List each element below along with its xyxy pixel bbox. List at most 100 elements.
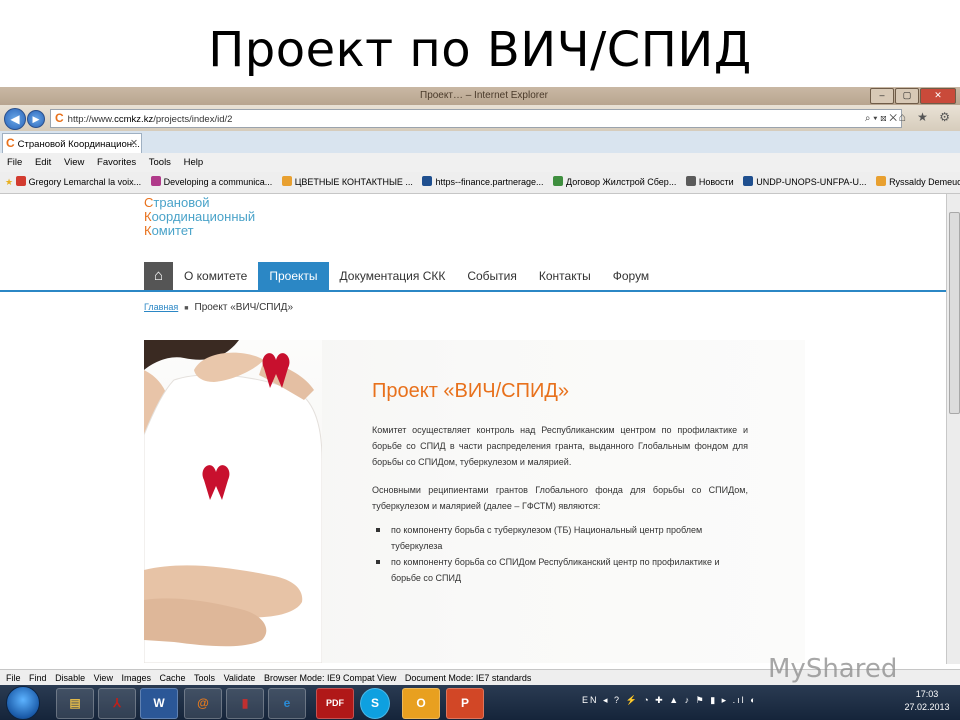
favorite-icon bbox=[553, 176, 564, 186]
project-paragraph-1: Комитет осуществляет контроль над Респуб… bbox=[372, 425, 748, 467]
favorite-link[interactable]: Ryssaldy Demeuova - Out... bbox=[876, 172, 960, 193]
nav-documents[interactable]: Документация СКК bbox=[329, 262, 457, 290]
favorite-link[interactable]: Новости bbox=[685, 172, 734, 193]
home-favorites-tools-icons[interactable]: ⌂ ★ ⚙ bbox=[899, 110, 954, 124]
page-content: Страновой Координационный Комитет ⌂ О ко… bbox=[0, 194, 946, 664]
devtools-tools[interactable]: Tools bbox=[194, 673, 215, 683]
breadcrumb-current: Проект «ВИЧ/СПИД» bbox=[194, 302, 294, 313]
favorite-link[interactable]: Developing a communica... bbox=[150, 172, 272, 193]
favorite-link[interactable]: Договор Жилстрой Сбер... bbox=[553, 172, 676, 193]
url-domain: ccmkz.kz bbox=[114, 114, 154, 125]
acrobat-icon[interactable]: ⅄ bbox=[98, 688, 136, 719]
title-bar: Проект… – Internet Explorer – ▢ ✕ bbox=[0, 87, 960, 105]
book-icon[interactable]: ▮ bbox=[226, 688, 264, 719]
ie-icon[interactable]: e bbox=[268, 688, 306, 719]
devtools-find[interactable]: Find bbox=[29, 673, 47, 683]
url-tools-icons[interactable]: ⌕ ▾ ⊠ ✕ bbox=[865, 110, 897, 127]
devtools-view[interactable]: View bbox=[94, 673, 113, 683]
project-heading: Проект «ВИЧ/СПИД» bbox=[372, 380, 570, 402]
tab-active[interactable]: C Страновой Координацион... ✕ bbox=[2, 133, 142, 154]
document-mode[interactable]: Document Mode: IE7 standards bbox=[405, 673, 532, 683]
tab-favicon-icon: C bbox=[6, 136, 15, 150]
favorite-link[interactable]: UNDP-UNOPS-UNFPA-U... bbox=[743, 172, 867, 193]
favorite-link[interactable]: https--finance.partnerage... bbox=[422, 172, 544, 193]
favorites-star-icon[interactable]: ★ bbox=[5, 177, 13, 187]
tab-label: Страновой Координацион... bbox=[17, 139, 140, 150]
breadcrumb: Главная ■ Проект «ВИЧ/СПИД» bbox=[144, 302, 293, 313]
url-prefix: http://www. bbox=[67, 114, 115, 125]
nav-about[interactable]: О комитете bbox=[173, 262, 258, 290]
menu-bar: File Edit View Favorites Tools Help bbox=[0, 153, 960, 172]
maximize-button[interactable]: ▢ bbox=[895, 88, 919, 104]
url-field[interactable]: Chttp://www.ccmkz.kz/projects/index/id/2… bbox=[50, 109, 902, 128]
awareness-photo bbox=[144, 340, 322, 663]
browser-mode[interactable]: Browser Mode: IE9 Compat View bbox=[264, 673, 396, 683]
list-item: по компоненту борьба с туберкулезом (ТБ)… bbox=[372, 522, 748, 554]
favorite-icon bbox=[281, 176, 292, 186]
clock[interactable]: 17:03 27.02.2013 bbox=[898, 688, 956, 714]
tab-close-icon[interactable]: ✕ bbox=[130, 134, 138, 153]
project-paragraph-2: Основными реципиентами грантов Глобально… bbox=[372, 485, 748, 511]
mail-icon[interactable]: @ bbox=[184, 688, 222, 719]
nav-events[interactable]: События bbox=[456, 262, 528, 290]
clock-date: 27.02.2013 bbox=[904, 702, 950, 712]
recipients-list: по компоненту борьба с туберкулезом (ТБ)… bbox=[372, 522, 748, 586]
nav-underline bbox=[0, 290, 946, 292]
menu-favorites[interactable]: Favorites bbox=[97, 157, 136, 168]
project-banner: Проект «ВИЧ/СПИД» Комитет осуществляет к… bbox=[144, 340, 805, 663]
browser-window: Проект… – Internet Explorer – ▢ ✕ ◀ ▶ Ch… bbox=[0, 87, 960, 720]
nav-contacts[interactable]: Контакты bbox=[528, 262, 602, 290]
powerpoint-icon[interactable]: P bbox=[446, 688, 484, 719]
menu-view[interactable]: View bbox=[64, 157, 84, 168]
nav-forum[interactable]: Форум bbox=[602, 262, 660, 290]
site-favicon-icon: C bbox=[55, 111, 64, 125]
close-window-button[interactable]: ✕ bbox=[920, 88, 956, 104]
slide-title: Проект по ВИЧ/СПИД bbox=[208, 22, 752, 78]
breadcrumb-home-link[interactable]: Главная bbox=[144, 302, 178, 312]
menu-edit[interactable]: Edit bbox=[35, 157, 51, 168]
favorite-icon bbox=[743, 176, 754, 186]
pdf-icon[interactable]: PDF bbox=[316, 688, 354, 719]
taskbar: ▤ ⅄ W @ ▮ e PDF S O P EN ◂ ? ⚡ ◔ ✚ ▲ ♪ ⚑… bbox=[0, 685, 960, 720]
vertical-scrollbar[interactable] bbox=[946, 194, 960, 664]
site-nav: ⌂ О комитете Проекты Документация СКК Со… bbox=[144, 262, 660, 290]
window-controls: – ▢ ✕ bbox=[870, 88, 956, 104]
favorite-icon bbox=[150, 176, 161, 186]
favorites-bar: ★ Gregory Lemarchal la voix... Developin… bbox=[0, 172, 960, 194]
folder-icon[interactable]: ▤ bbox=[56, 688, 94, 719]
devtools-validate[interactable]: Validate bbox=[224, 673, 256, 683]
outlook-icon[interactable]: O bbox=[402, 688, 440, 719]
devtools-cache[interactable]: Cache bbox=[160, 673, 186, 683]
menu-help[interactable]: Help bbox=[184, 157, 204, 168]
word-icon[interactable]: W bbox=[140, 688, 178, 719]
devtools-images[interactable]: Images bbox=[121, 673, 151, 683]
start-button[interactable] bbox=[6, 686, 40, 720]
devtools-file[interactable]: File bbox=[6, 673, 21, 683]
scrollbar-thumb[interactable] bbox=[949, 212, 960, 414]
url-path: /projects/index/id/2 bbox=[153, 114, 233, 125]
devtools-disable[interactable]: Disable bbox=[55, 673, 85, 683]
site-logo[interactable]: Страновой Координационный Комитет bbox=[144, 196, 255, 238]
system-tray[interactable]: EN ◂ ? ⚡ ◔ ✚ ▲ ♪ ⚑ ▮ ▸ .ıl ◐ bbox=[582, 695, 758, 706]
clock-time: 17:03 bbox=[915, 689, 939, 699]
favorite-icon bbox=[685, 176, 696, 186]
skype-icon[interactable]: S bbox=[360, 688, 390, 719]
forward-button[interactable]: ▶ bbox=[27, 110, 45, 128]
favorite-icon bbox=[876, 176, 887, 186]
list-item: по компоненту борьба со СПИДом Республик… bbox=[372, 554, 748, 586]
home-icon[interactable]: ⌂ bbox=[144, 262, 173, 290]
address-bar: ◀ ▶ Chttp://www.ccmkz.kz/projects/index/… bbox=[0, 105, 960, 131]
nav-projects[interactable]: Проекты bbox=[258, 262, 329, 290]
favorite-icon bbox=[15, 176, 26, 186]
favorite-link[interactable]: Gregory Lemarchal la voix... bbox=[15, 172, 141, 193]
favorite-icon bbox=[422, 176, 433, 186]
window-title: Проект… – Internet Explorer bbox=[420, 90, 548, 101]
breadcrumb-separator: ■ bbox=[184, 305, 189, 312]
menu-tools[interactable]: Tools bbox=[149, 157, 171, 168]
minimize-button[interactable]: – bbox=[870, 88, 894, 104]
back-button[interactable]: ◀ bbox=[4, 108, 26, 130]
tab-row: C Страновой Координацион... ✕ bbox=[0, 131, 960, 154]
favorite-link[interactable]: ЦВЕТНЫЕ КОНТАКТНЫЕ ... bbox=[281, 172, 413, 193]
watermark-logo: MyShared bbox=[768, 654, 898, 684]
menu-file[interactable]: File bbox=[7, 157, 22, 168]
